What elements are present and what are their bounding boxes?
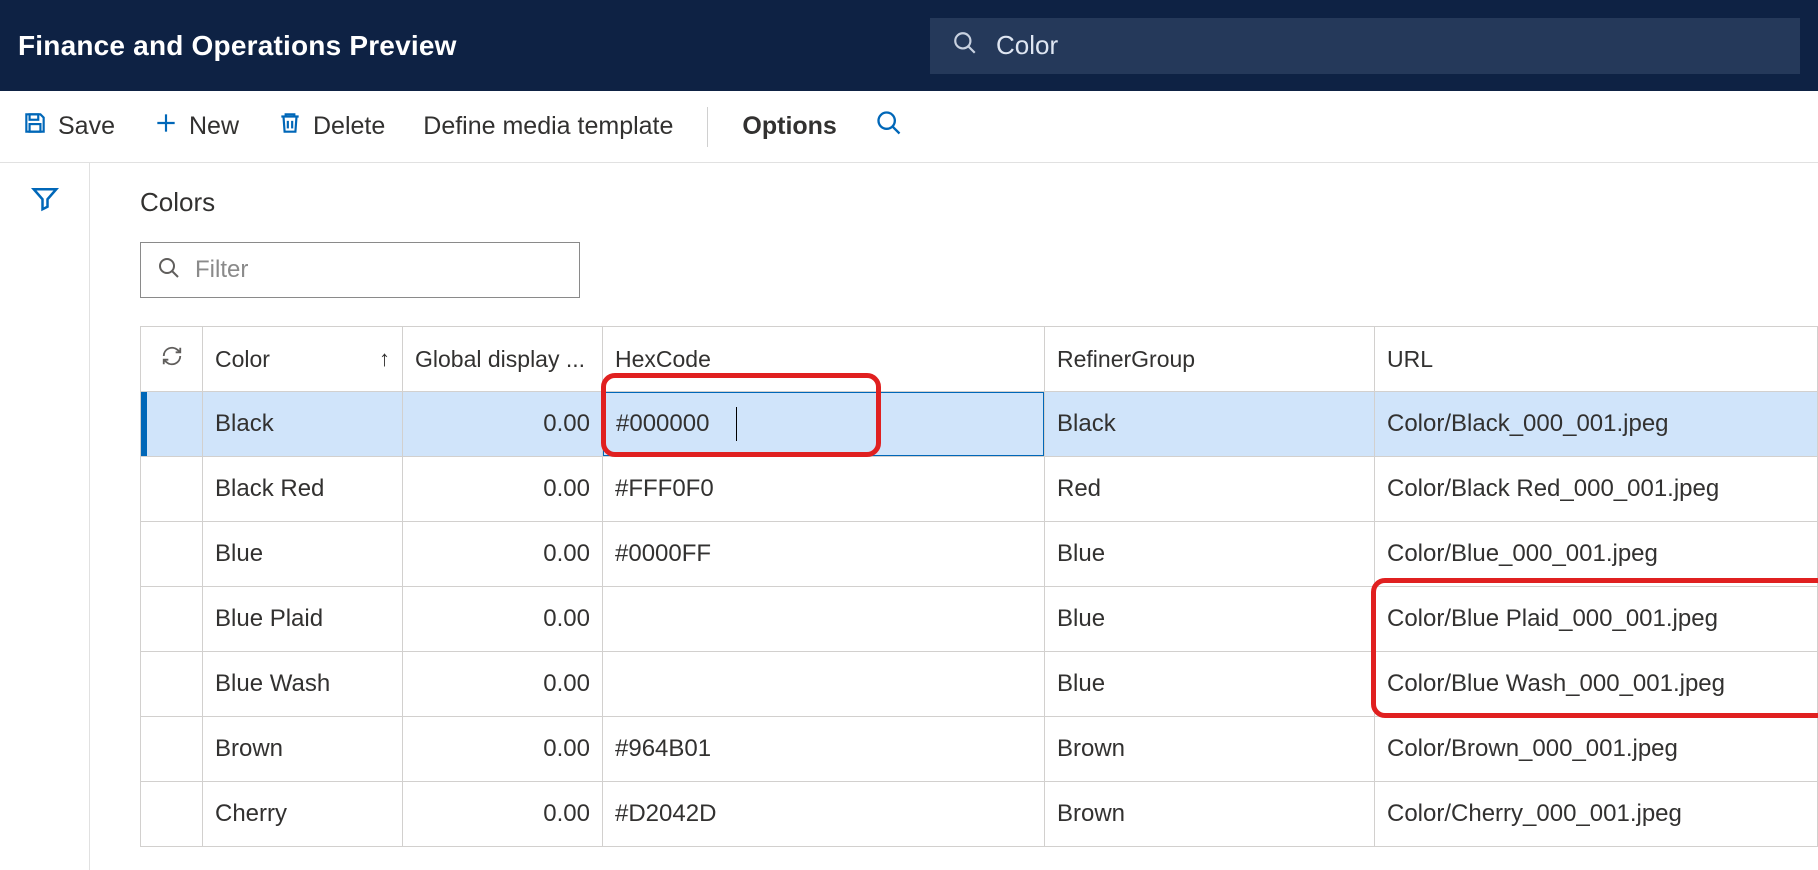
cell-refiner[interactable]: Brown bbox=[1045, 717, 1375, 781]
column-header-color-label: Color bbox=[215, 346, 270, 373]
row-selector[interactable] bbox=[141, 587, 203, 651]
search-icon bbox=[157, 256, 181, 285]
options-button[interactable]: Options bbox=[738, 106, 840, 147]
global-search[interactable] bbox=[930, 18, 1800, 74]
column-header-color[interactable]: Color ↑ bbox=[203, 327, 403, 391]
column-header-refiner-label: RefinerGroup bbox=[1057, 346, 1195, 373]
cell-global[interactable]: 0.00 bbox=[403, 717, 603, 781]
cell-global[interactable]: 0.00 bbox=[403, 782, 603, 846]
delete-label: Delete bbox=[313, 112, 385, 141]
action-toolbar: Save New Delete Define media template Op… bbox=[0, 91, 1818, 163]
cell-refiner[interactable]: Black bbox=[1045, 392, 1375, 456]
page-title: Colors bbox=[140, 187, 1818, 218]
cell-global[interactable]: 0.00 bbox=[403, 392, 603, 456]
new-label: New bbox=[189, 112, 239, 141]
grid-header-row: Color ↑ Global display ... HexCode Refin… bbox=[141, 327, 1818, 392]
cell-global[interactable]: 0.00 bbox=[403, 522, 603, 586]
cell-url[interactable]: Color/Brown_000_001.jpeg bbox=[1375, 717, 1818, 781]
cell-color[interactable]: Black Red bbox=[203, 457, 403, 521]
find-button[interactable] bbox=[871, 103, 907, 150]
plus-icon bbox=[153, 110, 179, 143]
column-header-url[interactable]: URL bbox=[1375, 327, 1818, 391]
search-icon bbox=[875, 109, 903, 144]
cell-hex[interactable]: #964B01 bbox=[603, 717, 1045, 781]
row-selector[interactable] bbox=[141, 457, 203, 521]
divider bbox=[707, 107, 708, 147]
table-row[interactable]: Blue Plaid0.00 BlueColor/Blue Plaid_000_0… bbox=[141, 587, 1818, 652]
cell-color[interactable]: Cherry bbox=[203, 782, 403, 846]
body: Colors Color ↑ Global display ... bbox=[0, 163, 1818, 870]
delete-button[interactable]: Delete bbox=[273, 104, 389, 149]
cell-refiner[interactable]: Blue bbox=[1045, 652, 1375, 716]
cell-color[interactable]: Brown bbox=[203, 717, 403, 781]
cell-global[interactable]: 0.00 bbox=[403, 587, 603, 651]
row-selector[interactable] bbox=[141, 652, 203, 716]
define-media-button[interactable]: Define media template bbox=[419, 106, 677, 147]
save-button[interactable]: Save bbox=[18, 104, 119, 149]
column-header-url-label: URL bbox=[1387, 346, 1433, 373]
column-header-hex-label: HexCode bbox=[615, 346, 711, 373]
column-header-hex[interactable]: HexCode bbox=[603, 327, 1045, 391]
cell-url[interactable]: Color/Blue_000_001.jpeg bbox=[1375, 522, 1818, 586]
row-selector[interactable] bbox=[141, 717, 203, 781]
app-header: Finance and Operations Preview bbox=[0, 0, 1818, 91]
table-row[interactable]: Blue0.00#0000FFBlueColor/Blue_000_001.jp… bbox=[141, 522, 1818, 587]
filter-icon[interactable] bbox=[30, 183, 60, 218]
global-search-input[interactable] bbox=[996, 30, 1778, 61]
data-grid: Color ↑ Global display ... HexCode Refin… bbox=[140, 326, 1818, 847]
hex-edit-input[interactable]: #000000 bbox=[603, 392, 1044, 456]
save-icon bbox=[22, 110, 48, 143]
cell-color[interactable]: Blue Wash bbox=[203, 652, 403, 716]
main-content: Colors Color ↑ Global display ... bbox=[90, 163, 1818, 870]
row-selector[interactable] bbox=[141, 782, 203, 846]
grid-filter-input[interactable] bbox=[195, 256, 563, 284]
cell-refiner[interactable]: Brown bbox=[1045, 782, 1375, 846]
grid-filter[interactable] bbox=[140, 242, 580, 298]
refresh-icon bbox=[161, 345, 183, 373]
table-row[interactable]: Black Red0.00#FFF0F0RedColor/Black Red_0… bbox=[141, 457, 1818, 522]
sort-ascending-icon: ↑ bbox=[379, 346, 390, 372]
table-row[interactable]: Black0.00#000000BlackColor/Black_000_001… bbox=[141, 392, 1818, 457]
cell-global[interactable]: 0.00 bbox=[403, 457, 603, 521]
define-media-label: Define media template bbox=[423, 112, 673, 141]
row-selector[interactable] bbox=[141, 392, 203, 456]
cell-url[interactable]: Color/Black_000_001.jpeg bbox=[1375, 392, 1818, 456]
refresh-header[interactable] bbox=[141, 327, 203, 391]
column-header-global-label: Global display ... bbox=[415, 346, 585, 373]
cell-url[interactable]: Color/Black Red_000_001.jpeg bbox=[1375, 457, 1818, 521]
grid-body: Black0.00#000000BlackColor/Black_000_001… bbox=[141, 392, 1818, 847]
trash-icon bbox=[277, 110, 303, 143]
cell-hex[interactable]: #0000FF bbox=[603, 522, 1045, 586]
cell-url[interactable]: Color/Cherry_000_001.jpeg bbox=[1375, 782, 1818, 846]
cell-refiner[interactable]: Red bbox=[1045, 457, 1375, 521]
column-header-refiner[interactable]: RefinerGroup bbox=[1045, 327, 1375, 391]
new-button[interactable]: New bbox=[149, 104, 243, 149]
search-icon bbox=[952, 30, 978, 61]
table-row[interactable]: Blue Wash0.00 BlueColor/Blue Wash_000_001… bbox=[141, 652, 1818, 717]
side-rail bbox=[0, 163, 90, 870]
row-selector[interactable] bbox=[141, 522, 203, 586]
cell-hex[interactable]: #FFF0F0 bbox=[603, 457, 1045, 521]
cell-hex[interactable]: #D2042D bbox=[603, 782, 1045, 846]
save-label: Save bbox=[58, 112, 115, 141]
cell-refiner[interactable]: Blue bbox=[1045, 587, 1375, 651]
options-label: Options bbox=[742, 112, 836, 141]
cell-url[interactable]: Color/Blue Wash_000_001.jpeg bbox=[1375, 652, 1818, 716]
cell-hex[interactable] bbox=[603, 587, 1045, 651]
cell-color[interactable]: Blue bbox=[203, 522, 403, 586]
table-row[interactable]: Brown0.00#964B01BrownColor/Brown_000_001… bbox=[141, 717, 1818, 782]
cell-hex[interactable] bbox=[603, 652, 1045, 716]
cell-url[interactable]: Color/Blue Plaid_000_001.jpeg bbox=[1375, 587, 1818, 651]
cell-global[interactable]: 0.00 bbox=[403, 652, 603, 716]
cell-hex[interactable]: #000000 bbox=[603, 392, 1045, 456]
cell-color[interactable]: Blue Plaid bbox=[203, 587, 403, 651]
cell-refiner[interactable]: Blue bbox=[1045, 522, 1375, 586]
column-header-global[interactable]: Global display ... bbox=[403, 327, 603, 391]
app-title: Finance and Operations Preview bbox=[18, 30, 457, 62]
table-row[interactable]: Cherry0.00#D2042DBrownColor/Cherry_000_0… bbox=[141, 782, 1818, 847]
cell-color[interactable]: Black bbox=[203, 392, 403, 456]
